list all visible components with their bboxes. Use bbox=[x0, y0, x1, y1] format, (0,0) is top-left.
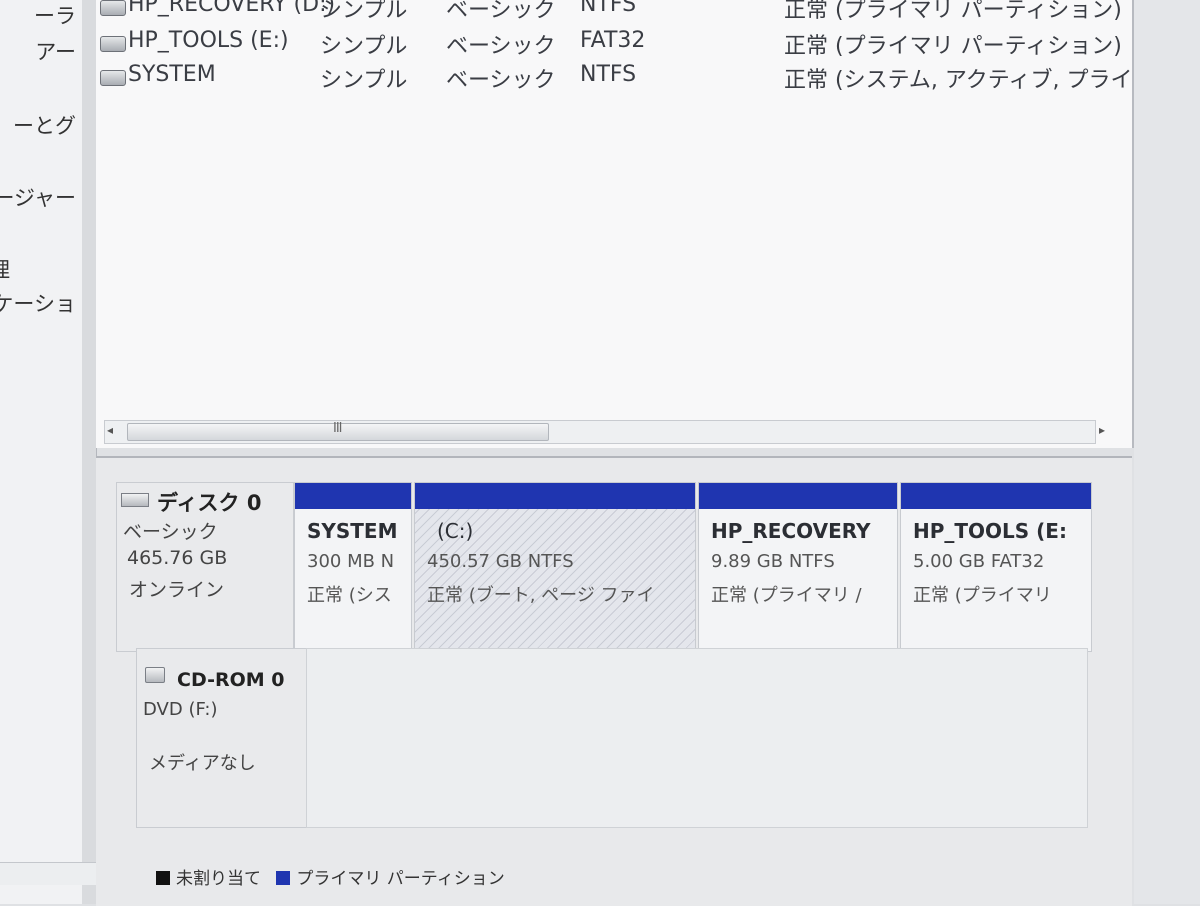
disk-size: 465.76 GB bbox=[127, 547, 228, 569]
partition-c[interactable]: (C:) 450.57 GB NTFS 正常 (ブート, ページ ファイ bbox=[414, 482, 696, 652]
partition-system[interactable]: SYSTEM 300 MB N 正常 (シス bbox=[294, 482, 412, 652]
volume-filesystem: NTFS bbox=[580, 62, 637, 87]
disk-state: オンライン bbox=[129, 579, 225, 601]
volume-type: ベーシック bbox=[446, 34, 556, 59]
cd-drive-icon bbox=[145, 667, 165, 683]
volume-status: 正常 (システム, アクティブ, プライ bbox=[784, 68, 1133, 93]
drive-icon bbox=[100, 0, 126, 16]
partition-size: 9.89 GB NTFS bbox=[711, 551, 835, 572]
scroll-left-arrow-icon[interactable]: ◂ bbox=[107, 423, 113, 437]
partition-status: 正常 (プライマリ bbox=[913, 585, 1052, 606]
drive-icon bbox=[100, 70, 126, 86]
hard-disk-icon bbox=[121, 493, 149, 507]
cdrom-name: CD-ROM 0 bbox=[177, 669, 285, 691]
legend: 未割り当て プライマリ パーティション bbox=[156, 864, 505, 889]
cdrom-0-label-panel[interactable]: CD-ROM 0 DVD (F:) メディアなし bbox=[136, 648, 308, 828]
disk-graphical-view: ディスク 0 ベーシック 465.76 GB オンライン SYSTEM 300 … bbox=[96, 456, 1132, 906]
volume-status: 正常 (プライマリ パーティション) bbox=[784, 0, 1122, 23]
pane-splitter[interactable] bbox=[82, 0, 97, 904]
partition-size: 450.57 GB NTFS bbox=[427, 551, 574, 572]
partition-title: HP_RECOVERY bbox=[711, 519, 871, 543]
primary-partition-bar bbox=[901, 483, 1091, 509]
volume-list-horizontal-scrollbar[interactable]: ◂ III ▸ bbox=[104, 420, 1105, 444]
window-edge bbox=[1134, 0, 1200, 904]
partition-status: 正常 (ブート, ページ ファイ bbox=[427, 585, 655, 606]
volume-type: ベーシック bbox=[446, 0, 556, 23]
volume-row[interactable]: SYSTEM シンプル ベーシック NTFS 正常 (システム, アクティブ, … bbox=[96, 62, 1132, 96]
volume-filesystem: NTFS bbox=[580, 0, 637, 17]
drive-icon bbox=[100, 36, 126, 52]
volume-name: SYSTEM bbox=[128, 62, 216, 87]
primary-partition-bar bbox=[415, 483, 695, 509]
scrollbar-thumb[interactable]: III bbox=[127, 421, 549, 441]
legend-primary: プライマリ パーティション bbox=[296, 869, 505, 889]
nav-item[interactable]: 理 bbox=[0, 254, 10, 284]
volume-list: HP_RECOVERY (D:) シンプル ベーシック NTFS 正常 (プライ… bbox=[96, 0, 1134, 448]
unallocated-swatch bbox=[156, 871, 170, 885]
partition-status: 正常 (シス bbox=[307, 585, 392, 606]
disk-type: ベーシック bbox=[123, 521, 218, 543]
partition-hp-recovery[interactable]: HP_RECOVERY 9.89 GB NTFS 正常 (プライマリ / bbox=[698, 482, 898, 652]
cdrom-media-area[interactable] bbox=[306, 648, 1088, 828]
nav-item[interactable]: ーラ bbox=[34, 0, 76, 30]
scroll-right-arrow-icon[interactable]: ▸ bbox=[1099, 423, 1105, 437]
partition-size: 5.00 GB FAT32 bbox=[913, 551, 1045, 572]
partition-hp-tools[interactable]: HP_TOOLS (E: 5.00 GB FAT32 正常 (プライマリ bbox=[900, 482, 1092, 652]
partition-title: (C:) bbox=[437, 519, 474, 543]
nav-item[interactable]: ージャー bbox=[0, 182, 76, 212]
volume-layout: シンプル bbox=[320, 68, 408, 93]
volume-status: 正常 (プライマリ パーティション) bbox=[784, 34, 1122, 59]
navigation-tree-pane: ーラ アー ーとグ ージャー 理 ケーショ bbox=[0, 0, 83, 904]
partition-size: 300 MB N bbox=[307, 551, 395, 572]
scrollbar-grip-icon: III bbox=[333, 421, 342, 436]
nav-item[interactable]: ーとグ bbox=[13, 110, 76, 140]
disk-name: ディスク 0 bbox=[157, 491, 262, 515]
volume-row[interactable]: HP_RECOVERY (D:) シンプル ベーシック NTFS 正常 (プライ… bbox=[96, 0, 1132, 26]
disk-0-label-panel[interactable]: ディスク 0 ベーシック 465.76 GB オンライン bbox=[116, 482, 294, 652]
primary-partition-bar bbox=[699, 483, 897, 509]
volume-layout: シンプル bbox=[320, 34, 408, 59]
nav-item[interactable]: アー bbox=[35, 36, 76, 66]
cdrom-drive: DVD (F:) bbox=[143, 699, 218, 720]
primary-swatch bbox=[276, 871, 291, 885]
volume-type: ベーシック bbox=[446, 68, 556, 93]
partition-title: HP_TOOLS (E: bbox=[913, 519, 1067, 543]
partition-status: 正常 (プライマリ / bbox=[711, 585, 862, 606]
volume-layout: シンプル bbox=[320, 0, 408, 23]
volume-name: HP_TOOLS (E:) bbox=[128, 28, 289, 53]
nav-item[interactable]: ケーショ bbox=[0, 288, 76, 318]
partition-title: SYSTEM bbox=[307, 519, 398, 543]
volume-row[interactable]: HP_TOOLS (E:) シンプル ベーシック FAT32 正常 (プライマリ… bbox=[96, 28, 1132, 62]
cdrom-media: メディアなし bbox=[149, 753, 256, 774]
volume-filesystem: FAT32 bbox=[580, 28, 646, 53]
primary-partition-bar bbox=[295, 483, 411, 509]
volume-name: HP_RECOVERY (D:) bbox=[128, 0, 336, 17]
legend-unallocated: 未割り当て bbox=[176, 869, 261, 889]
